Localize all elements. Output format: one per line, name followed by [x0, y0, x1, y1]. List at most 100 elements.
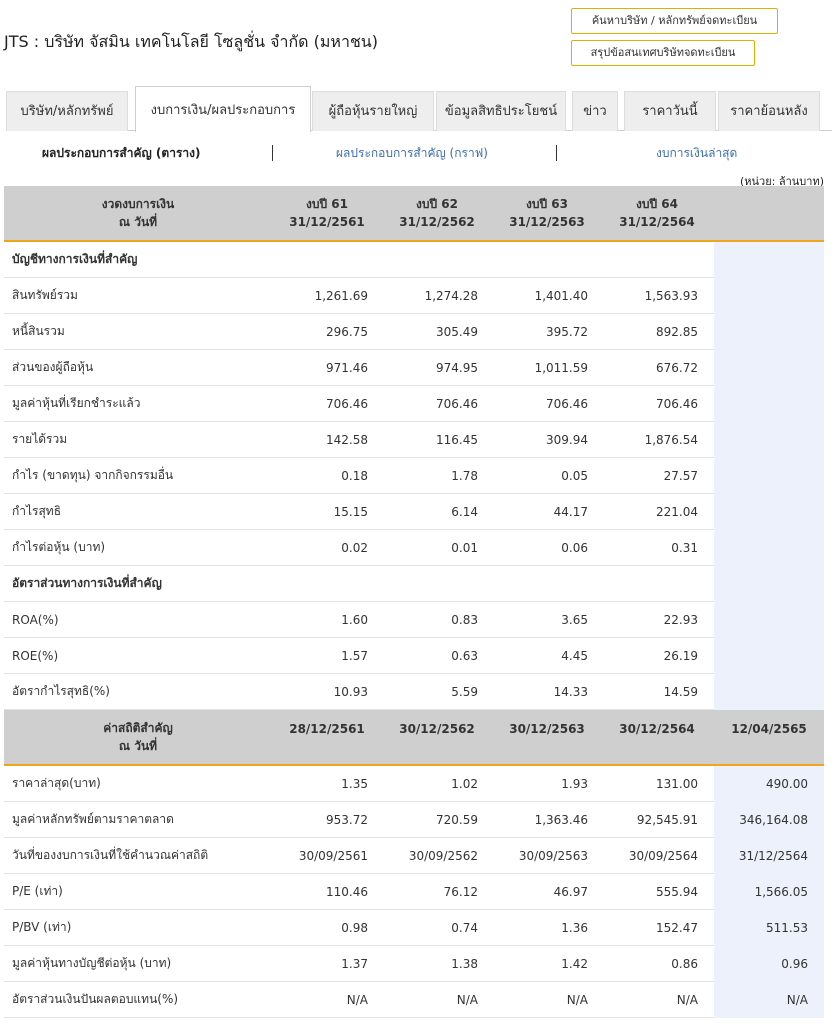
row-value: 1.37 — [341, 956, 368, 971]
row-value: 706.46 — [656, 396, 698, 411]
row-value: 27.57 — [663, 468, 698, 483]
row-value: 0.74 — [451, 920, 478, 935]
row-label: ราคาล่าสุด(บาท) — [12, 776, 101, 790]
row-value: 1.60 — [341, 612, 368, 627]
subnav-table[interactable]: ผลประกอบการสำคัญ (ตาราง) — [42, 143, 200, 163]
stats-header-label: ค่าสถิติสำคัญ ณ วันที่ — [103, 721, 173, 753]
row-value: 30/09/2562 — [408, 848, 478, 863]
search-company-button[interactable]: ค้นหาบริษัท / หลักทรัพย์จดทะเบียน — [571, 8, 778, 34]
row-label: อัตรากำไรสุทธิ(%) — [12, 684, 110, 698]
row-label: มูลค่าหุ้นทางบัญชีต่อหุ้น (บาท) — [12, 956, 172, 970]
row-label: ส่วนของผู้ถือหุ้น — [12, 360, 94, 374]
row-value: 3.65 — [561, 612, 588, 627]
row-label: P/BV (เท่า) — [12, 920, 72, 934]
table-row: ส่วนของผู้ถือหุ้น 971.46 974.95 1,011.59 676… — [4, 350, 824, 386]
row-value: 0.63 — [451, 648, 478, 663]
row-value: 14.59 — [663, 684, 698, 699]
highlight-column — [714, 674, 824, 710]
row-value: 676.72 — [656, 360, 698, 375]
row-value: 0.98 — [341, 920, 368, 935]
row-value: 706.46 — [436, 396, 478, 411]
subnav-separator — [556, 145, 557, 161]
row-value: 1,261.69 — [314, 288, 368, 303]
row-value: 10.93 — [333, 684, 368, 699]
row-value: 720.59 — [436, 812, 478, 827]
stats-date-col: 12/04/2565 — [731, 722, 807, 736]
row-value: 1.02 — [451, 776, 478, 791]
row-value: 1,274.28 — [424, 288, 478, 303]
row-value: N/A — [566, 992, 588, 1007]
row-value: 131.00 — [656, 776, 698, 791]
period-col-61: งบปี 61 31/12/2561 — [289, 197, 365, 229]
row-value: 116.45 — [436, 432, 478, 447]
tab-company-securities[interactable]: บริษัท/หลักทรัพย์ — [6, 91, 128, 131]
row-value: 0.86 — [671, 956, 698, 971]
row-value: 1,876.54 — [644, 432, 698, 447]
table-row: กำไรสุทธิ 15.15 6.14 44.17 221.04 — [4, 494, 824, 530]
row-value: 953.72 — [326, 812, 368, 827]
row-value: 221.04 — [656, 504, 698, 519]
row-label: สินทรัพย์รวม — [12, 288, 78, 302]
tab-financial-statements[interactable]: งบการเงิน/ผลประกอบการ — [135, 86, 311, 132]
highlight-column — [714, 494, 824, 530]
table-row: รายได้รวม 142.58 116.45 309.94 1,876.54 — [4, 422, 824, 458]
tab-major-shareholders[interactable]: ผู้ถือหุ้นรายใหญ่ — [312, 91, 434, 131]
period-col-63: งบปี 63 31/12/2563 — [509, 197, 585, 229]
table-row: P/E (เท่า) 110.46 76.12 46.97 555.94 1,566.05 — [4, 874, 824, 910]
row-value: 0.01 — [451, 540, 478, 555]
highlight-column — [714, 242, 824, 278]
table-row: วันที่ของงบการเงินที่ใช้คำนวณค่าสถิติ 30/… — [4, 838, 824, 874]
highlight-column — [714, 314, 824, 350]
row-value: 110.46 — [326, 884, 368, 899]
row-label: กำไรต่อหุ้น (บาท) — [12, 540, 106, 554]
row-value: 974.95 — [436, 360, 478, 375]
row-value: 1.78 — [451, 468, 478, 483]
highlight-column — [714, 602, 824, 638]
row-value: N/A — [786, 992, 808, 1007]
row-value: N/A — [346, 992, 368, 1007]
row-value: 0.83 — [451, 612, 478, 627]
tab-news[interactable]: ข่าว — [572, 91, 618, 131]
row-value: 296.75 — [326, 324, 368, 339]
row-value: 5.59 — [451, 684, 478, 699]
subnav-graph[interactable]: ผลประกอบการสำคัญ (กราฟ) — [336, 143, 488, 163]
row-value: 892.85 — [656, 324, 698, 339]
table-row: หนี้สินรวม 296.75 305.49 395.72 892.85 — [4, 314, 824, 350]
table-row: ราคาล่าสุด(บาท) 1.35 1.02 1.93 131.00 490.00 — [4, 766, 824, 802]
row-value: 14.33 — [553, 684, 588, 699]
company-summary-button[interactable]: สรุปข้อสนเทศบริษัทจดทะเบียน — [571, 40, 755, 66]
row-value: 0.06 — [561, 540, 588, 555]
highlight-column — [714, 530, 824, 566]
row-value: N/A — [456, 992, 478, 1007]
tab-historical-price[interactable]: ราคาย้อนหลัง — [718, 91, 820, 131]
row-value: 6.14 — [451, 504, 478, 519]
row-value: 1.93 — [561, 776, 588, 791]
table-row: มูลค่าหุ้นทางบัญชีต่อหุ้น (บาท) 1.37 1.38 1… — [4, 946, 824, 982]
tab-bar: บริษัท/หลักทรัพย์ งบการเงิน/ผลประกอบการ … — [6, 86, 832, 132]
row-value: 1,566.05 — [754, 884, 808, 899]
row-value: 22.93 — [663, 612, 698, 627]
table-row: อัตรากำไรสุทธิ(%) 10.93 5.59 14.33 14.59 — [4, 674, 824, 710]
financial-header-row: งวดงบการเงิน ณ วันที่ งบปี 61 31/12/2561… — [4, 186, 824, 242]
highlight-column — [714, 566, 824, 602]
company-title: JTS : บริษัท จัสมิน เทคโนโลยี โซลูชั่น จ… — [4, 32, 378, 51]
section-key-ratios: อัตราส่วนทางการเงินที่สำคัญ — [4, 566, 824, 602]
row-value: 971.46 — [326, 360, 368, 375]
subnav-separator — [272, 145, 273, 161]
highlight-column — [714, 422, 824, 458]
row-value: 0.02 — [341, 540, 368, 555]
subnav-latest-statement[interactable]: งบการเงินล่าสุด — [656, 143, 737, 163]
row-label: อัตราส่วนเงินปันผลตอบแทน(%) — [12, 992, 179, 1006]
row-value: 4.45 — [561, 648, 588, 663]
tab-rights-benefits[interactable]: ข้อมูลสิทธิประโยชน์ — [436, 91, 566, 131]
highlight-column — [714, 278, 824, 314]
row-value: 346,164.08 — [739, 812, 808, 827]
row-value: 0.18 — [341, 468, 368, 483]
row-value: 15.15 — [333, 504, 368, 519]
period-col-64: งบปี 64 31/12/2564 — [619, 197, 695, 229]
row-value: 555.94 — [656, 884, 698, 899]
row-value: 706.46 — [326, 396, 368, 411]
tab-price-today[interactable]: ราคาวันนี้ — [624, 91, 716, 131]
stats-date-col: 28/12/2561 — [289, 722, 365, 736]
stats-date-col: 30/12/2562 — [399, 722, 475, 736]
